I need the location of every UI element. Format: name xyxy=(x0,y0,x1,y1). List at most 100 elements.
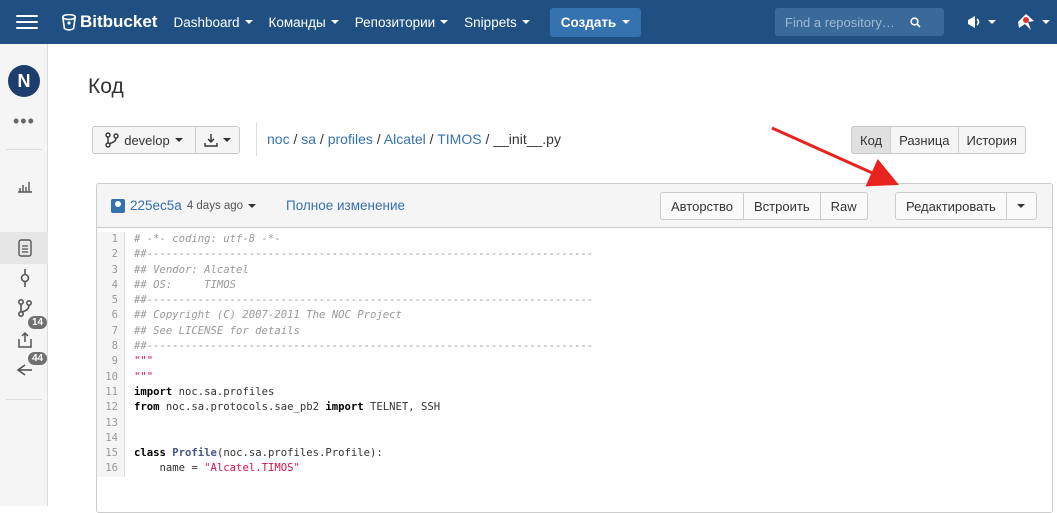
line-number[interactable]: 11 xyxy=(97,384,125,401)
line-number[interactable]: 16 xyxy=(97,461,125,477)
line-source: # -*- coding: utf-8 -*- xyxy=(134,233,281,245)
download-icon xyxy=(204,134,218,147)
code-line: 13 xyxy=(97,415,1052,431)
line-source xyxy=(125,431,134,446)
create-button[interactable]: Создать xyxy=(549,7,642,37)
breadcrumb-divider xyxy=(256,122,257,156)
edit-button[interactable]: Редактировать xyxy=(895,192,1007,220)
code-line: 10 """ xyxy=(97,369,1052,385)
chevron-down-icon xyxy=(223,138,231,142)
sidebar-divider xyxy=(6,399,42,400)
menu-icon[interactable] xyxy=(16,15,38,29)
help-menu[interactable] xyxy=(966,14,996,30)
line-number[interactable]: 2 xyxy=(97,247,125,263)
code-line: 15 class Profile(noc.sa.profiles.Profile)… xyxy=(97,446,1052,462)
breadcrumb-separator: / xyxy=(316,131,328,147)
edit-options-button[interactable] xyxy=(1006,192,1037,220)
commits-icon[interactable] xyxy=(14,267,36,289)
nav-snippets[interactable]: Snippets xyxy=(464,15,530,30)
breadcrumb-timos[interactable]: TIMOS xyxy=(437,131,481,147)
view-tabs: Код Разница История xyxy=(851,126,1026,154)
chevron-down-icon xyxy=(244,20,253,24)
chevron-down-icon xyxy=(1042,20,1050,24)
line-number[interactable]: 14 xyxy=(97,430,125,447)
file-header: 225ec5a 4 days ago Полное изменение Авто… xyxy=(97,184,1052,228)
sidebar-divider xyxy=(6,149,42,150)
code-line: 16 name = "Alcatel.TIMOS" xyxy=(97,461,1052,477)
pull-requests-icon[interactable] xyxy=(14,329,36,351)
bitbucket-logo[interactable]: Bitbucket xyxy=(62,12,157,32)
code-line: 2 ##-------------------------------------… xyxy=(97,247,1052,263)
line-number[interactable]: 15 xyxy=(97,446,125,462)
line-source: ## See LICENSE for details xyxy=(134,324,300,337)
line-source: ##--------------------------------------… xyxy=(134,294,594,307)
code-line: 12 from noc.sa.protocols.sae_pb2 import T… xyxy=(97,400,1052,416)
tab-history[interactable]: История xyxy=(958,126,1026,154)
code-line: 7 ## See LICENSE for details xyxy=(97,323,1052,340)
line-source: ##--------------------------------------… xyxy=(134,340,594,353)
tab-code[interactable]: Код xyxy=(851,126,892,154)
more-actions-icon[interactable]: ••• xyxy=(13,112,35,130)
download-button[interactable] xyxy=(196,126,240,154)
code-line: 4 ## OS: TIMOS xyxy=(97,277,1052,294)
create-button-label: Создать xyxy=(560,14,617,30)
chevron-down-icon xyxy=(1017,204,1026,208)
code-line: 1 # -*- coding: utf-8 -*- xyxy=(97,232,1052,248)
chevron-down-icon xyxy=(174,138,183,142)
line-number[interactable]: 6 xyxy=(97,308,125,324)
line-source: from noc.sa.protocols.sae_pb2 import TEL… xyxy=(134,401,441,414)
nav-repositories[interactable]: Репозитории xyxy=(354,14,449,30)
breadcrumb-sa[interactable]: sa xyxy=(301,131,316,147)
breadcrumb-separator: / xyxy=(372,131,384,147)
blame-button[interactable]: Авторство xyxy=(660,192,745,220)
code-line: 9 """ xyxy=(97,354,1052,370)
nav-repositories-label: Репозитории xyxy=(354,14,436,30)
commit-selector[interactable]: 225ec5a 4 days ago xyxy=(111,198,257,213)
line-source: ## Vendor: Alcatel xyxy=(134,263,249,276)
repo-avatar[interactable]: N xyxy=(8,65,40,97)
line-number[interactable]: 10 xyxy=(97,369,125,385)
line-number[interactable]: 9 xyxy=(97,354,125,370)
line-number[interactable]: 3 xyxy=(97,262,125,278)
line-number[interactable]: 8 xyxy=(97,339,125,355)
nav-dashboard-label: Dashboard xyxy=(173,14,240,30)
embed-button[interactable]: Встроить xyxy=(744,192,821,220)
code-line: 6 ## Copyright (C) 2007-2011 The NOC Proj… xyxy=(97,308,1052,324)
line-source: ##--------------------------------------… xyxy=(134,248,594,261)
line-source: import noc.sa.profiles xyxy=(134,385,275,398)
line-number[interactable]: 13 xyxy=(97,415,125,431)
line-number[interactable]: 1 xyxy=(97,232,125,248)
line-number[interactable]: 12 xyxy=(97,400,125,416)
search-input[interactable] xyxy=(785,14,910,30)
chevron-down-icon xyxy=(521,20,530,24)
line-source: ## Copyright (C) 2007-2011 The NOC Proje… xyxy=(134,309,402,322)
breadcrumb: noc / sa / profiles / Alcatel / TIMOS / … xyxy=(267,131,561,147)
raw-button[interactable]: Raw xyxy=(820,192,868,220)
code-line: 3 ## Vendor: Alcatel xyxy=(97,262,1052,278)
line-number[interactable]: 5 xyxy=(97,293,125,309)
full-change-link[interactable]: Полное изменение xyxy=(286,198,405,213)
chevron-down-icon xyxy=(248,203,257,208)
line-source: ## OS: TIMOS xyxy=(134,278,237,291)
nav-dashboard[interactable]: Dashboard xyxy=(173,14,253,30)
tab-diff[interactable]: Разница xyxy=(891,126,959,154)
overview-icon[interactable] xyxy=(14,175,36,197)
user-avatar-menu[interactable] xyxy=(1014,12,1050,32)
line-source: """ xyxy=(134,370,154,383)
search-icon[interactable] xyxy=(910,16,921,28)
source-icon[interactable] xyxy=(14,237,36,259)
file-actions: Авторство Встроить Raw xyxy=(660,192,868,220)
breadcrumb-profiles[interactable]: profiles xyxy=(328,131,373,147)
chevron-down-icon xyxy=(440,20,449,24)
top-navbar: Bitbucket Dashboard Команды Репозитории … xyxy=(0,0,1057,44)
nav-teams[interactable]: Команды xyxy=(269,15,339,30)
branch-name: develop xyxy=(124,132,170,148)
breadcrumb-alcatel[interactable]: Alcatel xyxy=(384,131,426,147)
branch-controls: develop xyxy=(92,126,240,154)
line-source: name = "Alcatel.TIMOS" xyxy=(134,462,300,475)
branch-selector[interactable]: develop xyxy=(92,126,196,154)
line-number[interactable]: 4 xyxy=(97,277,125,294)
line-number[interactable]: 7 xyxy=(97,323,125,340)
page-title: Код xyxy=(88,75,124,98)
breadcrumb-noc[interactable]: noc xyxy=(267,131,290,147)
